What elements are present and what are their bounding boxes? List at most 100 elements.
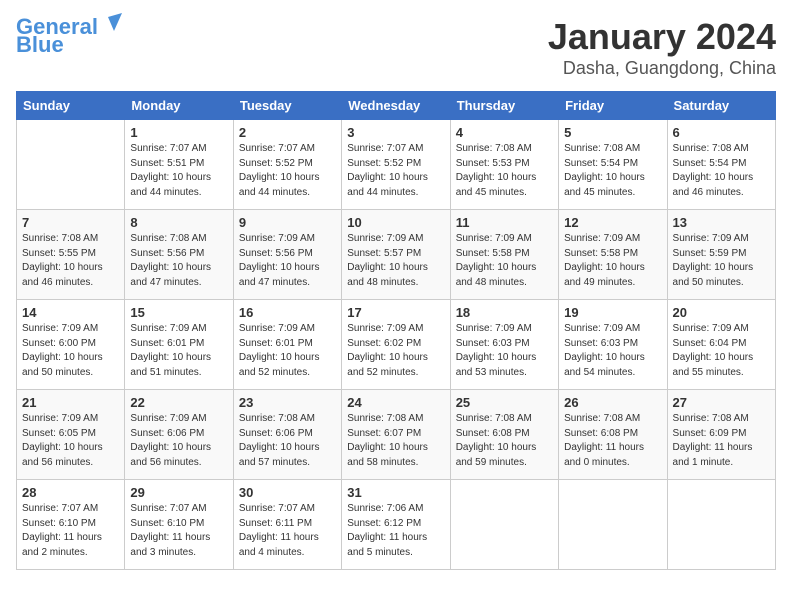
- calendar-cell: 8Sunrise: 7:08 AM Sunset: 5:56 PM Daylig…: [125, 210, 233, 300]
- day-number: 23: [239, 395, 336, 410]
- day-number: 10: [347, 215, 444, 230]
- weekday-thursday: Thursday: [450, 92, 558, 120]
- day-number: 15: [130, 305, 227, 320]
- day-info: Sunrise: 7:09 AM Sunset: 6:00 PM Dayligh…: [22, 322, 119, 380]
- weekday-header-row: SundayMondayTuesdayWednesdayThursdayFrid…: [17, 92, 776, 120]
- weekday-tuesday: Tuesday: [233, 92, 341, 120]
- weekday-sunday: Sunday: [17, 92, 125, 120]
- weekday-wednesday: Wednesday: [342, 92, 450, 120]
- day-info: Sunrise: 7:09 AM Sunset: 5:58 PM Dayligh…: [564, 232, 661, 290]
- calendar-cell: 4Sunrise: 7:08 AM Sunset: 5:53 PM Daylig…: [450, 120, 558, 210]
- day-number: 31: [347, 485, 444, 500]
- calendar-cell: 7 Sunrise: 7:08 AM Sunset: 5:55 PM Daylig…: [17, 210, 125, 300]
- day-info: Sunrise: 7:09 AM Sunset: 6:01 PM Dayligh…: [239, 322, 336, 380]
- calendar-cell: 21 Sunrise: 7:09 AM Sunset: 6:05 PM Dayli…: [17, 390, 125, 480]
- day-number: 11: [456, 215, 553, 230]
- day-info: Sunrise: 7:09 AM Sunset: 5:59 PM Dayligh…: [673, 232, 770, 290]
- calendar-cell: 16 Sunrise: 7:09 AM Sunset: 6:01 PM Dayli…: [233, 300, 341, 390]
- calendar-cell: 29 Sunrise: 7:07 AM Sunset: 6:10 PM Dayli…: [125, 480, 233, 570]
- calendar-cell: 2Sunrise: 7:07 AM Sunset: 5:52 PM Daylig…: [233, 120, 341, 210]
- day-info: Sunrise: 7:08 AM Sunset: 5:55 PM Dayligh…: [22, 232, 119, 290]
- day-number: 18: [456, 305, 553, 320]
- day-number: 22: [130, 395, 227, 410]
- calendar-cell: 12 Sunrise: 7:09 AM Sunset: 5:58 PM Dayli…: [559, 210, 667, 300]
- calendar-cell: [17, 120, 125, 210]
- calendar-cell: 13Sunrise: 7:09 AM Sunset: 5:59 PM Dayli…: [667, 210, 775, 300]
- day-info: Sunrise: 7:09 AM Sunset: 6:03 PM Dayligh…: [456, 322, 553, 380]
- weekday-monday: Monday: [125, 92, 233, 120]
- day-number: 3: [347, 125, 444, 140]
- day-info: Sunrise: 7:07 AM Sunset: 5:51 PM Dayligh…: [130, 142, 227, 200]
- calendar-cell: [667, 480, 775, 570]
- calendar-week-1: 1 Sunrise: 7:07 AM Sunset: 5:51 PM Daylig…: [17, 120, 776, 210]
- day-number: 24: [347, 395, 444, 410]
- day-number: 28: [22, 485, 119, 500]
- day-info: Sunrise: 7:07 AM Sunset: 6:10 PM Dayligh…: [22, 502, 119, 560]
- calendar-week-3: 14 Sunrise: 7:09 AM Sunset: 6:00 PM Dayli…: [17, 300, 776, 390]
- day-number: 20: [673, 305, 770, 320]
- calendar-cell: 26 Sunrise: 7:08 AM Sunset: 6:08 PM Dayli…: [559, 390, 667, 480]
- day-number: 26: [564, 395, 661, 410]
- day-info: Sunrise: 7:08 AM Sunset: 6:06 PM Dayligh…: [239, 412, 336, 470]
- day-number: 16: [239, 305, 336, 320]
- calendar-week-2: 7 Sunrise: 7:08 AM Sunset: 5:55 PM Daylig…: [17, 210, 776, 300]
- day-info: Sunrise: 7:08 AM Sunset: 6:09 PM Dayligh…: [673, 412, 770, 470]
- day-info: Sunrise: 7:09 AM Sunset: 5:56 PM Dayligh…: [239, 232, 336, 290]
- day-number: 27: [673, 395, 770, 410]
- calendar-cell: 28 Sunrise: 7:07 AM Sunset: 6:10 PM Dayli…: [17, 480, 125, 570]
- calendar-cell: 15 Sunrise: 7:09 AM Sunset: 6:01 PM Dayli…: [125, 300, 233, 390]
- day-info: Sunrise: 7:07 AM Sunset: 6:10 PM Dayligh…: [130, 502, 227, 560]
- location-text: Dasha, Guangdong, China: [548, 58, 776, 79]
- calendar-cell: 20Sunrise: 7:09 AM Sunset: 6:04 PM Dayli…: [667, 300, 775, 390]
- calendar-cell: 9 Sunrise: 7:09 AM Sunset: 5:56 PM Daylig…: [233, 210, 341, 300]
- day-number: 21: [22, 395, 119, 410]
- logo-bird-icon: [100, 13, 122, 35]
- day-number: 12: [564, 215, 661, 230]
- calendar-cell: 22 Sunrise: 7:09 AM Sunset: 6:06 PM Dayli…: [125, 390, 233, 480]
- calendar-cell: 3 Sunrise: 7:07 AM Sunset: 5:52 PM Daylig…: [342, 120, 450, 210]
- day-info: Sunrise: 7:08 AM Sunset: 5:56 PM Dayligh…: [130, 232, 227, 290]
- day-info: Sunrise: 7:08 AM Sunset: 6:08 PM Dayligh…: [456, 412, 553, 470]
- calendar-week-4: 21 Sunrise: 7:09 AM Sunset: 6:05 PM Dayli…: [17, 390, 776, 480]
- calendar-cell: 11 Sunrise: 7:09 AM Sunset: 5:58 PM Dayli…: [450, 210, 558, 300]
- day-number: 1: [130, 125, 227, 140]
- calendar-cell: 31Sunrise: 7:06 AM Sunset: 6:12 PM Dayli…: [342, 480, 450, 570]
- day-number: 30: [239, 485, 336, 500]
- page-header: General Blue January 2024 Dasha, Guangdo…: [16, 16, 776, 79]
- day-number: 29: [130, 485, 227, 500]
- calendar-cell: 27 Sunrise: 7:08 AM Sunset: 6:09 PM Dayli…: [667, 390, 775, 480]
- day-info: Sunrise: 7:09 AM Sunset: 6:01 PM Dayligh…: [130, 322, 227, 380]
- day-info: Sunrise: 7:07 AM Sunset: 5:52 PM Dayligh…: [347, 142, 444, 200]
- day-number: 17: [347, 305, 444, 320]
- day-number: 9: [239, 215, 336, 230]
- day-info: Sunrise: 7:07 AM Sunset: 6:11 PM Dayligh…: [239, 502, 336, 560]
- day-info: Sunrise: 7:09 AM Sunset: 6:06 PM Dayligh…: [130, 412, 227, 470]
- day-number: 19: [564, 305, 661, 320]
- calendar-cell: 14 Sunrise: 7:09 AM Sunset: 6:00 PM Dayli…: [17, 300, 125, 390]
- day-info: Sunrise: 7:08 AM Sunset: 6:08 PM Dayligh…: [564, 412, 661, 470]
- calendar-header: SundayMondayTuesdayWednesdayThursdayFrid…: [17, 92, 776, 120]
- title-block: January 2024 Dasha, Guangdong, China: [548, 16, 776, 79]
- weekday-saturday: Saturday: [667, 92, 775, 120]
- day-number: 2: [239, 125, 336, 140]
- calendar-cell: 23 Sunrise: 7:08 AM Sunset: 6:06 PM Dayli…: [233, 390, 341, 480]
- day-info: Sunrise: 7:09 AM Sunset: 5:58 PM Dayligh…: [456, 232, 553, 290]
- logo: General Blue: [16, 16, 122, 56]
- day-info: Sunrise: 7:09 AM Sunset: 6:05 PM Dayligh…: [22, 412, 119, 470]
- day-info: Sunrise: 7:09 AM Sunset: 5:57 PM Dayligh…: [347, 232, 444, 290]
- calendar-cell: 5Sunrise: 7:08 AM Sunset: 5:54 PM Daylig…: [559, 120, 667, 210]
- logo-blue-text: Blue: [16, 34, 64, 56]
- day-number: 5: [564, 125, 661, 140]
- day-number: 14: [22, 305, 119, 320]
- day-number: 7: [22, 215, 119, 230]
- month-title: January 2024: [548, 16, 776, 58]
- calendar-cell: 10 Sunrise: 7:09 AM Sunset: 5:57 PM Dayli…: [342, 210, 450, 300]
- calendar-cell: 24 Sunrise: 7:08 AM Sunset: 6:07 PM Dayli…: [342, 390, 450, 480]
- calendar-cell: 19Sunrise: 7:09 AM Sunset: 6:03 PM Dayli…: [559, 300, 667, 390]
- day-number: 25: [456, 395, 553, 410]
- calendar-cell: 30 Sunrise: 7:07 AM Sunset: 6:11 PM Dayli…: [233, 480, 341, 570]
- day-info: Sunrise: 7:08 AM Sunset: 5:53 PM Dayligh…: [456, 142, 553, 200]
- day-info: Sunrise: 7:08 AM Sunset: 6:07 PM Dayligh…: [347, 412, 444, 470]
- calendar-cell: 1 Sunrise: 7:07 AM Sunset: 5:51 PM Daylig…: [125, 120, 233, 210]
- day-info: Sunrise: 7:08 AM Sunset: 5:54 PM Dayligh…: [673, 142, 770, 200]
